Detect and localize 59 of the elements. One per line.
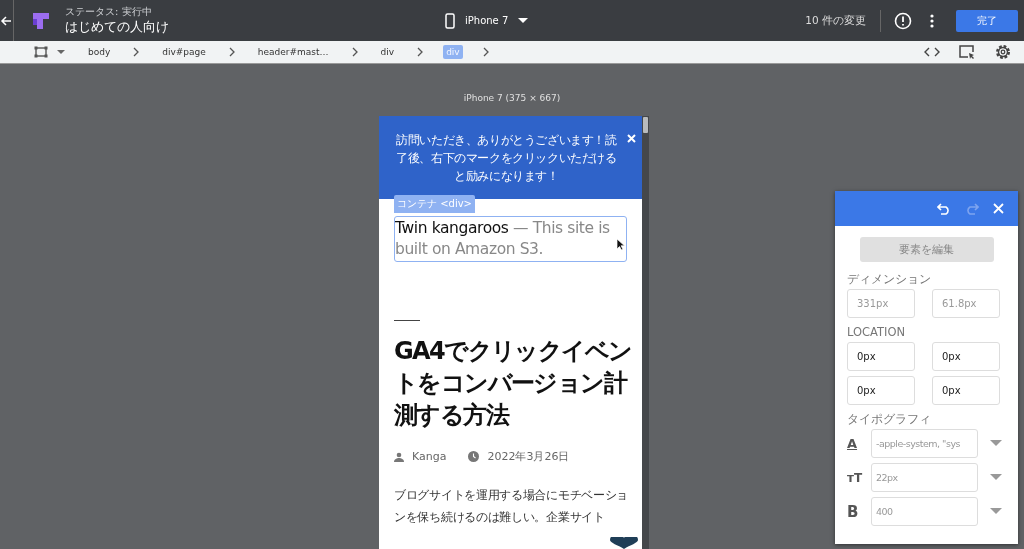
post-body: ブログサイトを運用する場合にモチベーショ ンを保ち続けるのは難しい。企業サイト	[394, 487, 629, 526]
chevron-icon	[417, 47, 424, 57]
font-family-icon: A	[847, 436, 871, 451]
dimension-field[interactable]: 61.8px	[932, 289, 1000, 318]
post-date[interactable]: 2022年3月26日	[487, 449, 570, 464]
breadcrumb-item[interactable]: div#page	[159, 45, 209, 59]
banner-text: 訪問いただき、ありがとうございます！読了後、右下のマークをクリックいただけると励みになります！	[395, 131, 618, 185]
person-icon	[394, 451, 404, 462]
section-label: タイポグラフィ	[847, 413, 932, 426]
dropdown-icon[interactable]	[990, 440, 1002, 447]
logo-icon	[31, 10, 51, 31]
clock-icon	[468, 451, 480, 462]
settings-icon[interactable]	[994, 43, 1012, 61]
undo-icon[interactable]	[937, 202, 951, 215]
section-label: ディメンション	[847, 273, 932, 286]
caret-icon[interactable]	[57, 49, 65, 55]
container-tag: コンテナ <div>	[394, 195, 475, 213]
font-weight-field[interactable]: 400	[871, 497, 978, 526]
location-field[interactable]: 0px	[847, 342, 915, 371]
chevron-icon	[351, 47, 358, 57]
font-weight-icon: B	[847, 502, 871, 521]
warning-icon[interactable]	[894, 11, 912, 30]
post-author[interactable]: Kanga	[412, 450, 447, 463]
close-icon[interactable]	[627, 134, 636, 143]
device-selector[interactable]: iPhone 7	[445, 12, 529, 29]
close-icon[interactable]	[993, 203, 1004, 214]
font-size-icon: тT	[847, 470, 871, 485]
code-icon[interactable]	[924, 47, 940, 57]
section-label: LOCATION	[847, 326, 907, 339]
back-icon[interactable]	[0, 14, 12, 27]
caret-icon	[518, 17, 529, 24]
heart-icon[interactable]	[610, 537, 638, 549]
more-icon[interactable]	[930, 13, 934, 28]
changes-count: 10 件の変更	[805, 13, 866, 28]
device-label: iPhone 7 (375 × 667)	[463, 93, 561, 103]
location-field[interactable]: 0px	[932, 342, 1000, 371]
post-title: GA4でクリックイベントをコンバージョン計測する方法	[394, 336, 633, 431]
dropdown-icon[interactable]	[990, 508, 1002, 515]
dropdown-icon[interactable]	[990, 474, 1002, 481]
site-branding[interactable]: Twin kangaroos — This site is built on Amazon S3.	[394, 216, 627, 262]
phone-icon	[445, 12, 455, 29]
breadcrumb-item[interactable]: header#mast…	[254, 45, 332, 59]
done-button[interactable]: 完了	[956, 9, 1018, 32]
chevron-icon	[133, 47, 140, 57]
cursor-icon	[616, 238, 625, 251]
scrollbar-thumb[interactable]	[643, 117, 648, 133]
location-field[interactable]: 0px	[932, 376, 1000, 405]
element-picker-icon[interactable]	[958, 44, 976, 60]
font-family-field[interactable]: -apple-system, "sys	[871, 429, 978, 458]
dimension-field[interactable]: 331px	[847, 289, 915, 318]
breadcrumb-item[interactable]: div	[377, 45, 398, 59]
status-text: ステータス: 実行中	[65, 6, 153, 18]
select-frame-icon[interactable]	[33, 45, 49, 59]
breadcrumb-item[interactable]: body	[85, 45, 114, 59]
experience-title: はじめての人向け	[65, 18, 170, 35]
font-size-field[interactable]: 22px	[871, 463, 978, 492]
chevron-icon	[482, 47, 489, 57]
chevron-icon	[228, 47, 235, 57]
location-field[interactable]: 0px	[847, 376, 915, 405]
